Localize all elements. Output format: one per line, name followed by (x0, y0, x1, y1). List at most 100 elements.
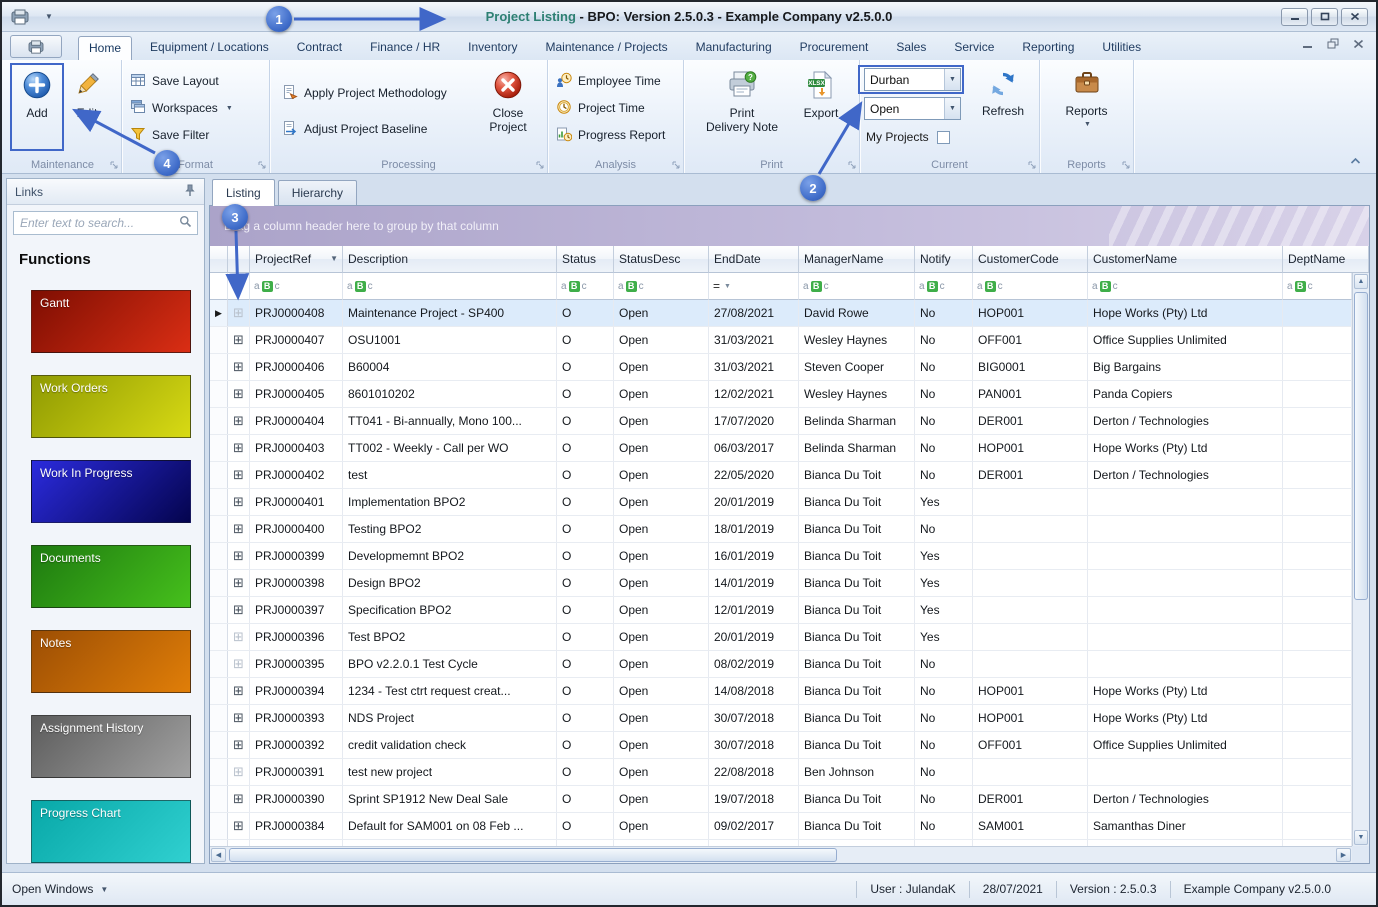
save-filter-button[interactable]: Save Filter (130, 124, 269, 146)
expand-icon[interactable]: ⊞ (228, 300, 250, 326)
save-layout-button[interactable]: Save Layout (130, 70, 269, 92)
my-projects-checkbox[interactable] (937, 131, 950, 144)
edit-button[interactable]: Edit (62, 60, 112, 173)
quick-access-caret-icon[interactable]: ▼ (45, 12, 53, 21)
column-header-managername[interactable]: ManagerName (799, 246, 915, 273)
filter-cell-description[interactable]: aBc (343, 273, 557, 300)
tab-hierarchy[interactable]: Hierarchy (278, 180, 357, 205)
expand-icon[interactable]: ⊞ (228, 705, 250, 731)
function-button-gantt[interactable]: Gantt (31, 290, 191, 353)
ribbon-tab-sales[interactable]: Sales (886, 36, 936, 60)
reports-button[interactable]: Reports ▼ (1060, 60, 1114, 173)
ribbon-tab-manufacturing[interactable]: Manufacturing (686, 36, 782, 60)
project-time-button[interactable]: Project Time (556, 97, 683, 119)
table-row[interactable]: ⊞PRJ0000384Default for SAM001 on 08 Feb … (210, 813, 1352, 840)
column-header-deptname[interactable]: DeptName (1283, 246, 1369, 273)
table-row[interactable]: ⊞PRJ0000407OSU1001OOpen31/03/2021Wesley … (210, 327, 1352, 354)
close-button[interactable] (1341, 8, 1368, 26)
expand-icon[interactable]: ⊞ (228, 381, 250, 407)
filter-cell-projectref[interactable]: aBc (250, 273, 343, 300)
workspaces-button[interactable]: Workspaces ▼ (130, 97, 269, 119)
dialog-launcher-icon[interactable] (258, 161, 266, 169)
function-button-documents[interactable]: Documents (31, 545, 191, 608)
column-header-status[interactable]: Status (557, 246, 614, 273)
column-header-statusdesc[interactable]: StatusDesc (614, 246, 709, 273)
close-project-button[interactable]: Close Project (479, 60, 537, 134)
my-projects-checkbox-row[interactable]: My Projects (864, 130, 966, 144)
ribbon-tab-service[interactable]: Service (944, 36, 1004, 60)
scroll-down-icon[interactable]: ▼ (1354, 830, 1368, 845)
minimize-button[interactable] (1281, 8, 1308, 26)
ribbon-tab-inventory[interactable]: Inventory (458, 36, 527, 60)
group-by-bar[interactable]: Drag a column header here to group by th… (210, 206, 1369, 246)
filter-cell-customername[interactable]: aBc (1088, 273, 1283, 300)
maximize-button[interactable] (1311, 8, 1338, 26)
table-row[interactable]: ⊞PRJ0000404TT041 - Bi-annually, Mono 100… (210, 408, 1352, 435)
mdi-close-icon[interactable] (1353, 38, 1364, 52)
horizontal-scrollbar-thumb[interactable] (229, 848, 837, 862)
table-row[interactable]: ⊞PRJ0000392credit validation checkOOpen3… (210, 732, 1352, 759)
collapse-ribbon-icon[interactable] (1349, 156, 1362, 167)
filter-cell-enddate[interactable]: =▼ (709, 273, 799, 300)
export-button[interactable]: XLSX Export (794, 60, 848, 173)
pin-icon[interactable] (184, 184, 196, 200)
search-input[interactable] (14, 216, 179, 230)
add-button[interactable]: Add (12, 60, 62, 173)
column-header-customercode[interactable]: CustomerCode (973, 246, 1088, 273)
table-row[interactable]: ⊞PRJ0000401Implementation BPO2OOpen20/01… (210, 489, 1352, 516)
table-row[interactable]: ⊞PRJ0000390Sprint SP1912 New Deal SaleOO… (210, 786, 1352, 813)
expand-icon[interactable]: ⊞ (228, 813, 250, 839)
site-dropdown[interactable]: Durban ▼ (864, 68, 961, 91)
expand-icon[interactable]: ⊞ (228, 543, 250, 569)
expand-icon[interactable]: ⊞ (228, 327, 250, 353)
table-row[interactable]: ⊞PRJ0000396Test BPO2OOpen20/01/2019Bianc… (210, 624, 1352, 651)
expand-icon[interactable]: ⊞ (228, 732, 250, 758)
scroll-left-icon[interactable]: ◀ (211, 848, 226, 862)
filter-cell-statusdesc[interactable]: aBc (614, 273, 709, 300)
open-windows-button[interactable]: Open Windows ▼ (12, 882, 108, 896)
dialog-launcher-icon[interactable] (1028, 161, 1036, 169)
expand-icon[interactable]: ⊞ (228, 678, 250, 704)
mdi-minimize-icon[interactable] (1302, 38, 1313, 52)
table-row[interactable]: ⊞PRJ0000391test new projectOOpen22/08/20… (210, 759, 1352, 786)
column-header-customername[interactable]: CustomerName (1088, 246, 1283, 273)
print-delivery-note-button[interactable]: ? Print Delivery Note (702, 60, 782, 173)
employee-time-button[interactable]: Employee Time (556, 70, 683, 92)
function-button-work-in-progress[interactable]: Work In Progress (31, 460, 191, 523)
column-header-description[interactable]: Description (343, 246, 557, 273)
chevron-down-icon[interactable]: ▼ (944, 98, 960, 119)
expand-icon[interactable]: ⊞ (228, 354, 250, 380)
function-button-work-orders[interactable]: Work Orders (31, 375, 191, 438)
chevron-down-icon[interactable]: ▼ (944, 69, 960, 90)
application-button[interactable] (10, 35, 62, 58)
table-row[interactable]: ⊞PRJ0000397Specification BPO2OOpen12/01/… (210, 597, 1352, 624)
filter-cell-deptname[interactable]: aBc (1283, 273, 1352, 300)
expand-icon[interactable]: ⊞ (228, 570, 250, 596)
ribbon-tab-maintenance-projects[interactable]: Maintenance / Projects (536, 36, 678, 60)
refresh-button[interactable]: Refresh (974, 68, 1032, 173)
table-row[interactable]: ⊞PRJ0000393NDS ProjectOOpen30/07/2018Bia… (210, 705, 1352, 732)
dialog-launcher-icon[interactable] (110, 161, 118, 169)
table-row[interactable]: ⊞PRJ0000403TT002 - Weekly - Call per WOO… (210, 435, 1352, 462)
dialog-launcher-icon[interactable] (672, 161, 680, 169)
tab-listing[interactable]: Listing (212, 179, 275, 206)
horizontal-scrollbar[interactable]: ◀ ▶ (210, 846, 1352, 863)
vertical-scrollbar[interactable]: ▲ ▼ (1352, 273, 1369, 846)
ribbon-tab-equipment-locations[interactable]: Equipment / Locations (140, 36, 279, 60)
function-button-progress-chart[interactable]: Progress Chart (31, 800, 191, 863)
expand-icon[interactable]: ⊞ (228, 435, 250, 461)
scroll-right-icon[interactable]: ▶ (1336, 848, 1351, 862)
search-icon[interactable] (179, 215, 192, 231)
table-row[interactable]: ⊞PRJ00003941234 - Test ctrt request crea… (210, 678, 1352, 705)
dialog-launcher-icon[interactable] (848, 161, 856, 169)
progress-report-button[interactable]: Progress Report (556, 124, 683, 146)
table-row[interactable]: ⊞PRJ0000399Developmemnt BPO2OOpen16/01/2… (210, 543, 1352, 570)
expand-icon[interactable]: ⊞ (228, 759, 250, 785)
expand-icon[interactable]: ⊞ (228, 408, 250, 434)
ribbon-tab-procurement[interactable]: Procurement (790, 36, 879, 60)
function-button-assignment-history[interactable]: Assignment History (31, 715, 191, 778)
ribbon-tab-home[interactable]: Home (78, 36, 132, 60)
expand-icon[interactable]: ⊞ (228, 597, 250, 623)
ribbon-tab-finance-hr[interactable]: Finance / HR (360, 36, 450, 60)
table-row[interactable]: ▶⊞PRJ0000408Maintenance Project - SP400O… (210, 300, 1352, 327)
